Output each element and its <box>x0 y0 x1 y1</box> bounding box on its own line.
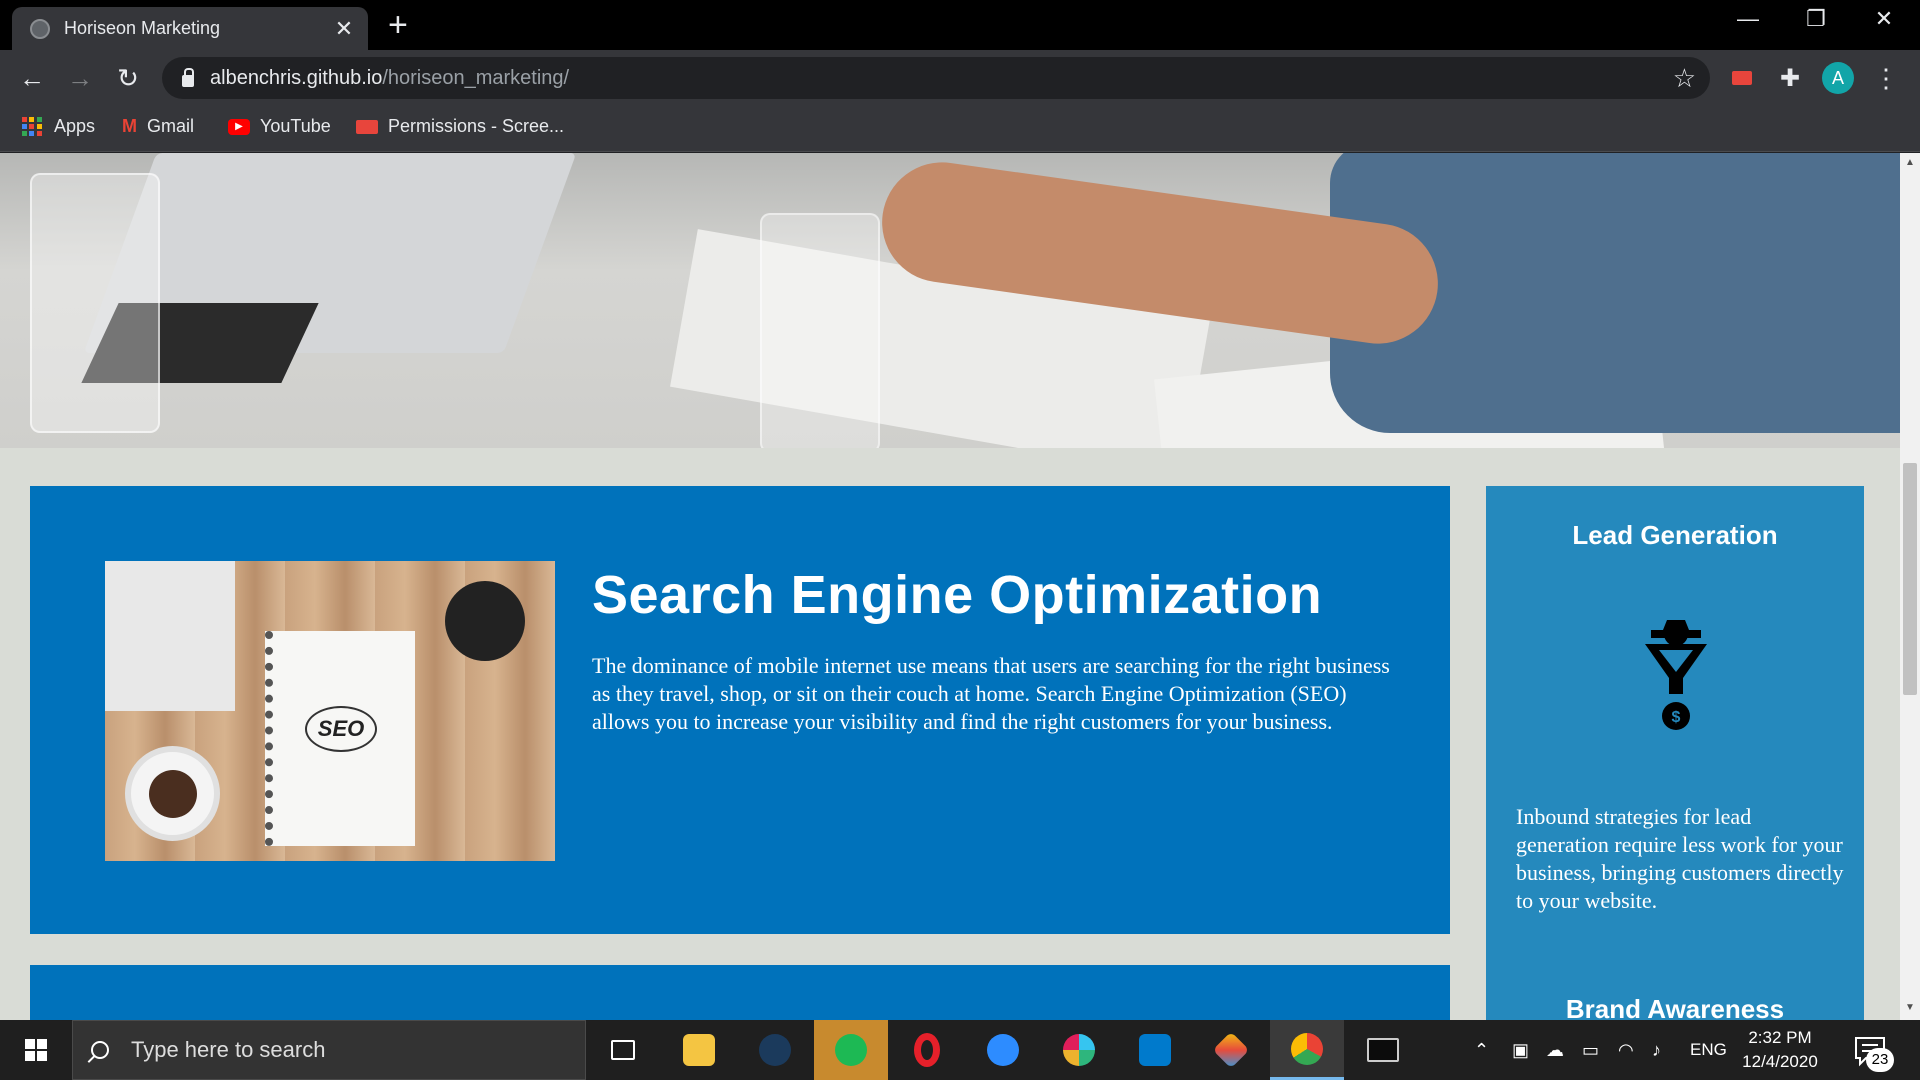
menu-kebab-icon[interactable]: ⋮ <box>1868 60 1904 96</box>
apps-grid-icon <box>22 116 42 137</box>
file-explorer-button[interactable] <box>662 1020 736 1080</box>
steam-icon <box>759 1034 791 1066</box>
lead-generation-title: Lead Generation <box>1572 520 1778 550</box>
extensions-puzzle-icon[interactable]: ✚ <box>1772 60 1808 96</box>
clock-time: 2:32 PM <box>1748 1028 1812 1047</box>
bookmark-gmail[interactable]: M Gmail <box>122 116 194 137</box>
brand-awareness-title: Brand Awareness <box>1565 994 1785 1020</box>
task-view-icon <box>611 1040 635 1060</box>
bookmark-label: Gmail <box>147 116 195 136</box>
youtube-icon: ▶ <box>228 118 250 135</box>
bookmarks-bar: Apps M Gmail ▶ YouTube Permissions - Scr… <box>0 106 1920 152</box>
battery-icon[interactable]: ▭ <box>1582 1020 1599 1080</box>
start-button[interactable] <box>0 1020 72 1080</box>
git-app-icon <box>1212 1031 1250 1069</box>
screencast-icon <box>356 119 378 134</box>
terminal-button[interactable] <box>1346 1020 1420 1080</box>
tray-overflow-icon[interactable]: ⌃ <box>1474 1020 1489 1080</box>
page-scrollbar[interactable]: ▲ ▼ <box>1900 153 1920 1020</box>
bookmark-youtube[interactable]: ▶ YouTube <box>228 116 331 137</box>
git-app-button[interactable] <box>1194 1020 1268 1080</box>
page-viewport: SEO Search Engine Optimization The domin… <box>0 153 1900 1020</box>
chrome-icon <box>1291 1032 1323 1065</box>
address-bar[interactable]: albenchris.github.io /horiseon_marketing… <box>162 57 1710 99</box>
vscode-button[interactable] <box>1118 1020 1192 1080</box>
taskbar-search[interactable]: Type here to search <box>72 1020 586 1080</box>
bookmark-star-icon[interactable]: ☆ <box>1673 63 1696 94</box>
clock-date: 12/4/2020 <box>1742 1052 1818 1071</box>
browser-toolbar: ← → ↻ albenchris.github.io /horiseon_mar… <box>0 50 1920 106</box>
seo-image: SEO <box>105 561 555 861</box>
bookmark-label: YouTube <box>260 116 331 136</box>
bookmark-label: Permissions - Scree... <box>388 116 565 136</box>
zoom-icon <box>987 1034 1019 1066</box>
profile-avatar[interactable]: A <box>1822 62 1854 94</box>
slack-icon <box>1063 1034 1095 1066</box>
windows-icon <box>25 1039 47 1061</box>
restore-button[interactable]: ❐ <box>1788 6 1844 32</box>
tab-horiseon[interactable]: Horiseon Marketing ✕ <box>12 7 368 50</box>
slack-button[interactable] <box>1042 1020 1116 1080</box>
tab-strip: Horiseon Marketing ✕ + — ❐ ✕ <box>0 0 1920 50</box>
minimize-button[interactable]: — <box>1720 6 1776 32</box>
scroll-thumb[interactable] <box>1903 463 1917 695</box>
back-button[interactable]: ← <box>16 62 48 94</box>
onedrive-icon[interactable]: ☁ <box>1546 1020 1564 1080</box>
hero-image <box>0 153 1900 448</box>
reload-button[interactable]: ↻ <box>112 62 144 94</box>
spotify-icon <box>835 1034 867 1066</box>
lead-generation-text: Inbound strategies for lead generation r… <box>1516 804 1844 913</box>
seo-image-label: SEO <box>305 706 377 752</box>
new-tab-button[interactable]: + <box>388 8 408 42</box>
bookmark-permissions[interactable]: Permissions - Scree... <box>356 116 564 137</box>
close-window-button[interactable]: ✕ <box>1856 6 1912 32</box>
task-view-button[interactable] <box>586 1020 660 1080</box>
zoom-button[interactable] <box>966 1020 1040 1080</box>
scroll-down-arrow[interactable]: ▼ <box>1900 1002 1920 1013</box>
wifi-icon[interactable]: ◠ <box>1618 1020 1634 1080</box>
bookmark-apps[interactable]: Apps <box>22 116 95 137</box>
opera-button[interactable] <box>890 1020 964 1080</box>
folder-icon <box>683 1034 715 1066</box>
next-section <box>30 965 1450 1020</box>
url-path: /horiseon_marketing/ <box>382 66 570 89</box>
opera-icon <box>914 1033 940 1067</box>
spotify-button[interactable] <box>814 1020 888 1080</box>
language-indicator[interactable]: ENG <box>1690 1020 1727 1080</box>
close-tab-icon[interactable]: ✕ <box>332 16 356 42</box>
section-text: The dominance of mobile internet use mea… <box>592 653 1390 734</box>
steam-button[interactable] <box>738 1020 812 1080</box>
system-clock[interactable]: 2:32 PM 12/4/2020 <box>1730 1026 1830 1074</box>
section-title: Search Engine Optimization <box>592 565 1323 625</box>
bookmark-label: Apps <box>54 116 96 136</box>
svg-text:$: $ <box>1672 709 1681 726</box>
terminal-icon <box>1367 1038 1399 1062</box>
lock-icon[interactable] <box>182 67 194 87</box>
benefits-sidebar: Lead Generation $ Inbound strategies for… <box>1486 486 1864 1020</box>
windows-taskbar: Type here to search ⌃ ▣ ☁ ▭ ◠ ♪ ENG 2:32… <box>0 1020 1920 1080</box>
url-host: albenchris.github.io <box>210 66 383 89</box>
notification-count-badge: 23 <box>1866 1048 1894 1072</box>
forward-button[interactable]: → <box>64 62 96 94</box>
scroll-up-arrow[interactable]: ▲ <box>1900 157 1920 168</box>
vscode-icon <box>1139 1034 1171 1066</box>
search-placeholder: Type here to search <box>131 1037 326 1062</box>
lead-generation-icon: $ <box>1645 620 1707 730</box>
volume-icon[interactable]: ♪ <box>1652 1020 1661 1080</box>
chrome-button[interactable] <box>1270 1020 1344 1080</box>
seo-section: SEO Search Engine Optimization The domin… <box>30 486 1450 934</box>
search-icon <box>91 1041 109 1059</box>
screencast-extension-icon[interactable] <box>1724 60 1760 96</box>
tab-title: Horiseon Marketing <box>64 18 221 38</box>
meet-now-icon[interactable]: ▣ <box>1512 1020 1529 1080</box>
globe-icon <box>30 18 50 39</box>
gmail-icon: M <box>122 116 137 136</box>
